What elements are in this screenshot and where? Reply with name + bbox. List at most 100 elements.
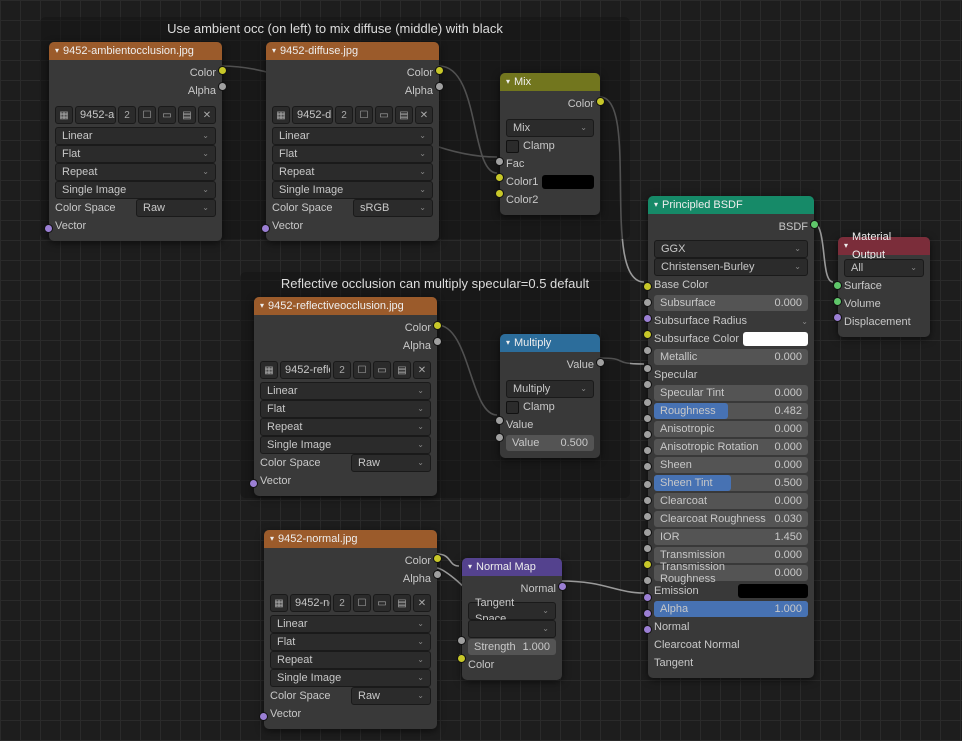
- socket-displacement-in[interactable]: [833, 313, 842, 322]
- projection-dropdown[interactable]: Flat⌄: [260, 400, 431, 418]
- open-image-icon[interactable]: ▤: [393, 594, 411, 612]
- socket-emission-in[interactable]: [643, 560, 652, 569]
- strength-slider[interactable]: Strength1.000: [468, 639, 556, 655]
- node-principled-bsdf[interactable]: ▾Principled BSDF BSDF GGX⌄ Christensen-B…: [648, 196, 814, 678]
- roughness-slider[interactable]: Roughness0.482: [654, 403, 808, 419]
- socket-surface-in[interactable]: [833, 281, 842, 290]
- node-image-texture-normal[interactable]: ▾9452-normal.jpg Color Alpha ▦ 9452-norm…: [264, 530, 437, 729]
- socket-metallic-in[interactable]: [643, 346, 652, 355]
- open-image-icon[interactable]: ▤: [178, 106, 196, 124]
- socket-normal-out[interactable]: [558, 582, 567, 591]
- projection-dropdown[interactable]: Flat⌄: [272, 145, 433, 163]
- subsurface-slider[interactable]: Subsurface0.000: [654, 295, 808, 311]
- collapse-icon[interactable]: ▾: [55, 42, 59, 60]
- color1-swatch[interactable]: [542, 175, 594, 189]
- node-material-output[interactable]: ▾Material Output All⌄ Surface Volume Dis…: [838, 237, 930, 337]
- socket-alpha-out[interactable]: [435, 82, 444, 91]
- unlink-icon[interactable]: ✕: [198, 106, 216, 124]
- node-image-texture-ambientocc[interactable]: ▾ 9452-ambientocclusion.jpg Color Alpha …: [49, 42, 222, 241]
- open-image-icon[interactable]: ▤: [395, 106, 413, 124]
- clamp-checkbox[interactable]: [506, 401, 519, 414]
- node-header[interactable]: ▾Material Output: [838, 237, 930, 255]
- distribution-dropdown[interactable]: GGX⌄: [654, 240, 808, 258]
- colorspace-dropdown[interactable]: sRGB⌄: [353, 199, 433, 217]
- socket-sheen-tint-in[interactable]: [643, 462, 652, 471]
- interp-dropdown[interactable]: Linear⌄: [272, 127, 433, 145]
- image-file[interactable]: 9452-diffuse..: [292, 106, 333, 124]
- fake-user-icon[interactable]: ☐: [353, 361, 371, 379]
- node-header[interactable]: ▾ 9452-ambientocclusion.jpg: [49, 42, 222, 60]
- cc-roughness-slider[interactable]: Clearcoat Roughness0.030: [654, 511, 808, 527]
- node-image-texture-reflocc[interactable]: ▾9452-reflectiveocclusion.jpg Color Alph…: [254, 297, 437, 496]
- node-header[interactable]: ▾9452-diffuse.jpg: [266, 42, 439, 60]
- open-image-icon[interactable]: ▤: [393, 361, 411, 379]
- node-normal-map[interactable]: ▾Normal Map Normal Tangent Space⌄ ⌄ Stre…: [462, 558, 562, 680]
- image-icon[interactable]: ▦: [270, 594, 288, 612]
- socket-specular-in[interactable]: [643, 364, 652, 373]
- socket-alpha-out[interactable]: [433, 570, 442, 579]
- socket-strength-in[interactable]: [457, 636, 466, 645]
- node-mix[interactable]: ▾Mix Color Mix⌄ Clamp Fac Color1 Color2: [500, 73, 600, 215]
- image-file[interactable]: 9452-ambie..: [75, 106, 116, 124]
- socket-bsdf-out[interactable]: [810, 220, 819, 229]
- socket-color-out[interactable]: [433, 554, 442, 563]
- socket-vector-in[interactable]: [44, 224, 53, 233]
- op-dropdown[interactable]: Multiply⌄: [506, 380, 594, 398]
- socket-fac-in[interactable]: [495, 157, 504, 166]
- projection-dropdown[interactable]: Flat⌄: [55, 145, 216, 163]
- collapse-icon[interactable]: ▾: [260, 297, 264, 315]
- colorspace-dropdown[interactable]: Raw⌄: [351, 687, 431, 705]
- socket-transmission-in[interactable]: [643, 528, 652, 537]
- socket-color-in[interactable]: [457, 654, 466, 663]
- node-multiply[interactable]: ▾Multiply Value Multiply⌄ Clamp Value Va…: [500, 334, 600, 458]
- socket-trans-rough-in[interactable]: [643, 544, 652, 553]
- image-icon[interactable]: ▦: [55, 106, 73, 124]
- colorspace-dropdown[interactable]: Raw⌄: [351, 454, 431, 472]
- socket-normal-in[interactable]: [643, 593, 652, 602]
- anisotropic-slider[interactable]: Anisotropic0.000: [654, 421, 808, 437]
- unlink-icon[interactable]: ✕: [413, 361, 431, 379]
- new-image-icon[interactable]: ▭: [375, 106, 393, 124]
- socket-base-color-in[interactable]: [643, 282, 652, 291]
- source-dropdown[interactable]: Single Image⌄: [55, 181, 216, 199]
- collapse-icon[interactable]: ▾: [506, 334, 510, 352]
- interp-dropdown[interactable]: Linear⌄: [260, 382, 431, 400]
- uvmap-dropdown[interactable]: ⌄: [468, 620, 556, 638]
- sss-method-dropdown[interactable]: Christensen-Burley⌄: [654, 258, 808, 276]
- ior-slider[interactable]: IOR1.450: [654, 529, 808, 545]
- interp-dropdown[interactable]: Linear⌄: [55, 127, 216, 145]
- node-header[interactable]: ▾9452-reflectiveocclusion.jpg: [254, 297, 437, 315]
- collapse-icon[interactable]: ▾: [506, 73, 510, 91]
- emission-swatch[interactable]: [738, 584, 808, 598]
- socket-color-out[interactable]: [433, 321, 442, 330]
- collapse-icon[interactable]: ▾: [272, 42, 276, 60]
- users-count[interactable]: 2: [335, 106, 353, 124]
- space-dropdown[interactable]: Tangent Space⌄: [468, 602, 556, 620]
- socket-value2-in[interactable]: [495, 433, 504, 442]
- socket-ior-in[interactable]: [643, 512, 652, 521]
- unlink-icon[interactable]: ✕: [415, 106, 433, 124]
- socket-roughness-in[interactable]: [643, 398, 652, 407]
- socket-cc-rough-in[interactable]: [643, 496, 652, 505]
- target-dropdown[interactable]: All⌄: [844, 259, 924, 277]
- node-header[interactable]: ▾9452-normal.jpg: [264, 530, 437, 548]
- socket-vector-in[interactable]: [249, 479, 258, 488]
- extension-dropdown[interactable]: Repeat⌄: [270, 651, 431, 669]
- socket-sheen-in[interactable]: [643, 446, 652, 455]
- socket-value-in[interactable]: [495, 416, 504, 425]
- socket-tangent-in[interactable]: [643, 625, 652, 634]
- socket-color-out[interactable]: [596, 97, 605, 106]
- trans-rough-slider[interactable]: Transmission Roughness0.000: [654, 565, 808, 581]
- sheen-slider[interactable]: Sheen0.000: [654, 457, 808, 473]
- new-image-icon[interactable]: ▭: [158, 106, 176, 124]
- sss-color-swatch[interactable]: [743, 332, 808, 346]
- collapse-icon[interactable]: ▾: [270, 530, 274, 548]
- socket-vector-in[interactable]: [261, 224, 270, 233]
- socket-anisotropic-in[interactable]: [643, 414, 652, 423]
- socket-alpha-out[interactable]: [218, 82, 227, 91]
- source-dropdown[interactable]: Single Image⌄: [272, 181, 433, 199]
- image-icon[interactable]: ▦: [272, 106, 290, 124]
- socket-cc-normal-in[interactable]: [643, 609, 652, 618]
- new-image-icon[interactable]: ▭: [373, 361, 391, 379]
- users-count[interactable]: 2: [333, 361, 351, 379]
